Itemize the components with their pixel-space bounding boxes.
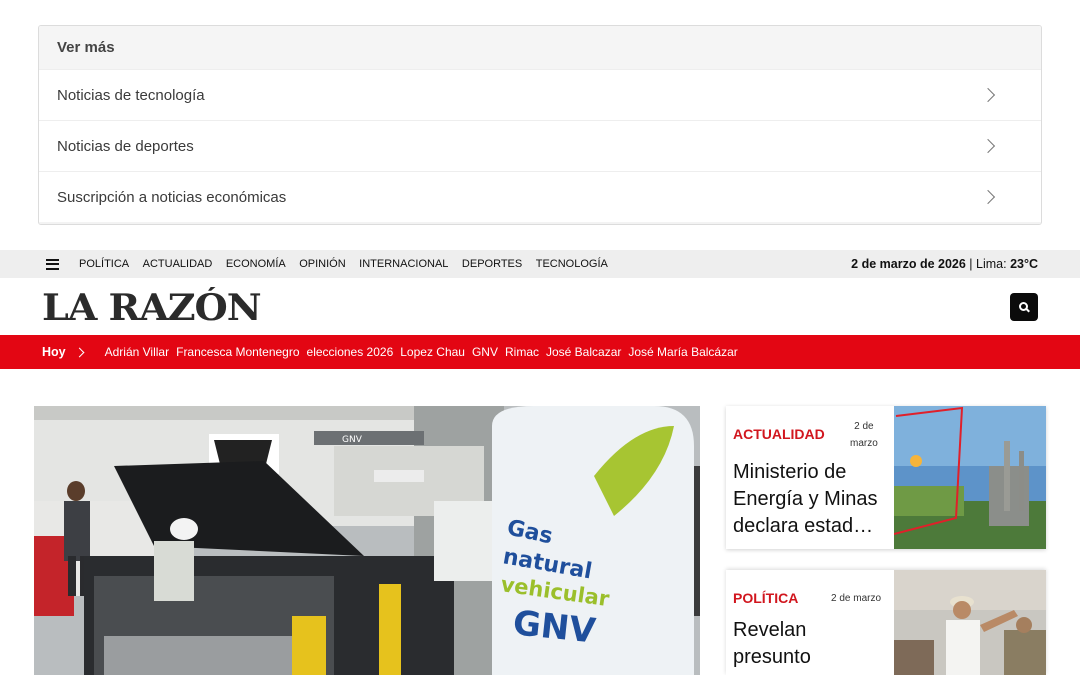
ver-mas-item-label: Suscripción a noticias económicas — [57, 188, 287, 206]
trending-tag[interactable]: Rimac — [505, 345, 539, 359]
temperature: 23°C — [1010, 257, 1038, 271]
ver-mas-title: Ver más — [39, 26, 1041, 69]
search-button[interactable] — [1010, 293, 1038, 321]
current-date: 2 de marzo de 2026 — [851, 257, 966, 271]
weather-separator: | Lima: — [965, 257, 1011, 271]
story-date-line1: 2 de — [854, 421, 874, 432]
trending-tag[interactable]: Adrián Villar — [105, 345, 169, 359]
ver-mas-item-label: Noticias de tecnología — [57, 86, 205, 104]
side-story-thumbnail[interactable] — [894, 406, 1046, 549]
ver-mas-footer — [39, 222, 1041, 224]
nav-item-actualidad[interactable]: ACTUALIDAD — [143, 258, 213, 270]
trending-tag[interactable]: José Balcazar — [546, 345, 621, 359]
trending-tag[interactable]: Lopez Chau — [400, 345, 465, 359]
side-story-text: ACTUALIDAD 2 de marzo Ministerio de Energ… — [726, 406, 894, 549]
trending-bar: Hoy Adrián Villar Francesca Montenegro e… — [0, 335, 1080, 369]
story-date: 2 de marzo — [831, 593, 882, 604]
header: LA RAZÓN — [0, 278, 1080, 335]
story-date-line2: marzo — [850, 438, 878, 449]
site-logo[interactable]: LA RAZÓN — [42, 290, 262, 326]
trending-tag[interactable]: GNV — [472, 345, 498, 359]
trending-tag[interactable]: José María Balcázar — [628, 345, 737, 359]
ver-mas-panel: Ver más Noticias de tecnología Noticias … — [38, 25, 1042, 225]
chevron-right-icon — [980, 189, 996, 205]
story-headline[interactable]: Ministerio de Energía y Minas declara es… — [733, 459, 888, 540]
trending-tag[interactable]: Francesca Montenegro — [176, 345, 299, 359]
side-story-card[interactable]: POLÍTICA 2 de marzo Revelan presunto — [726, 570, 1046, 675]
chevron-right-icon — [74, 347, 85, 357]
nav-item-deportes[interactable]: DEPORTES — [462, 258, 522, 270]
station-sign-gnv: GNV — [342, 435, 363, 445]
top-nav-bar: POLÍTICA ACTUALIDAD ECONOMÍA OPINIÓN INT… — [0, 250, 1080, 278]
story-headline[interactable]: Revelan presunto — [733, 617, 888, 671]
hamburger-menu-icon[interactable] — [46, 258, 59, 270]
story-category[interactable]: POLÍTICA — [733, 590, 798, 606]
story-date: 2 de marzo — [850, 418, 878, 452]
nav-item-economia[interactable]: ECONOMÍA — [226, 258, 286, 270]
nav-item-politica[interactable]: POLÍTICA — [79, 258, 129, 270]
ver-mas-item-economicas[interactable]: Suscripción a noticias económicas — [39, 171, 1041, 222]
trending-label: Hoy — [42, 345, 66, 359]
story-category[interactable]: ACTUALIDAD — [733, 426, 825, 442]
ver-mas-item-tecnologia[interactable]: Noticias de tecnología — [39, 69, 1041, 120]
ver-mas-item-label: Noticias de deportes — [57, 137, 194, 155]
nav-item-opinion[interactable]: OPINIÓN — [299, 258, 345, 270]
nav-item-tecnologia[interactable]: TECNOLOGÍA — [536, 258, 608, 270]
main-story-image[interactable]: Gas natural vehicular GNV GNV — [34, 406, 700, 675]
nav-item-internacional[interactable]: INTERNACIONAL — [359, 258, 448, 270]
side-story-text: POLÍTICA 2 de marzo Revelan presunto — [726, 570, 894, 675]
chevron-right-icon — [980, 87, 996, 103]
side-story-thumbnail[interactable] — [894, 570, 1046, 675]
trending-tag[interactable]: elecciones 2026 — [307, 345, 394, 359]
date-weather: 2 de marzo de 2026 | Lima: 23°C — [851, 257, 1038, 271]
chevron-right-icon — [980, 138, 996, 154]
ver-mas-item-deportes[interactable]: Noticias de deportes — [39, 120, 1041, 171]
side-story-card[interactable]: ACTUALIDAD 2 de marzo Ministerio de Energ… — [726, 406, 1046, 549]
